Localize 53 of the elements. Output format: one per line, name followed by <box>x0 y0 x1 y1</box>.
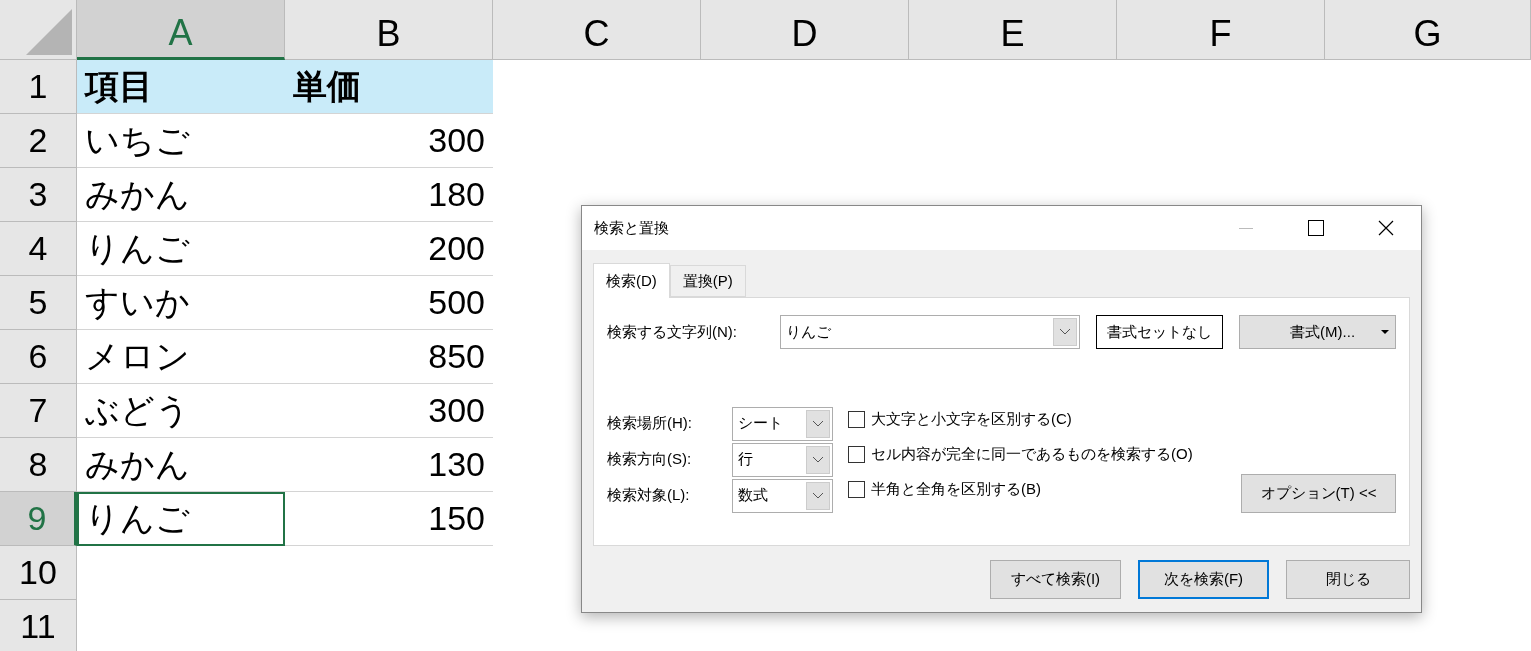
row-header[interactable]: 2 <box>0 114 77 168</box>
tab[interactable]: 検索(D) <box>593 263 670 298</box>
checkbox-option[interactable]: セル内容が完全に同一であるものを検索する(O) <box>848 445 1241 464</box>
checkbox[interactable] <box>848 481 865 498</box>
row-header[interactable]: 3 <box>0 168 77 222</box>
column-header[interactable]: B <box>285 0 493 60</box>
column-header[interactable]: G <box>1325 0 1531 60</box>
maximize-icon <box>1308 220 1324 236</box>
options-button[interactable]: オプション(T) << <box>1241 474 1396 513</box>
select-all-button[interactable] <box>0 0 77 60</box>
table-cell: 項目 <box>77 60 285 114</box>
column-header[interactable]: F <box>1117 0 1325 60</box>
checkbox-label: セル内容が完全に同一であるものを検索する(O) <box>871 445 1193 464</box>
row-header[interactable]: 5 <box>0 276 77 330</box>
checkbox-option[interactable]: 大文字と小文字を区別する(C) <box>848 410 1241 429</box>
checkbox-label: 大文字と小文字を区別する(C) <box>871 410 1072 429</box>
caret-icon <box>1381 330 1389 334</box>
column-header[interactable]: E <box>909 0 1117 60</box>
row-header[interactable]: 10 <box>0 546 77 600</box>
tab[interactable]: 置換(P) <box>669 265 746 297</box>
dialog-button[interactable]: 次を検索(F) <box>1138 560 1269 599</box>
option-label: 検索場所(H): <box>607 414 693 433</box>
row-header[interactable]: 1 <box>0 60 77 114</box>
row-header[interactable]: 6 <box>0 330 77 384</box>
table-cell: りんご <box>77 492 285 546</box>
dialog-title: 検索と置換 <box>594 218 670 238</box>
checkbox[interactable] <box>848 411 865 428</box>
search-field[interactable]: りんご <box>779 315 1081 349</box>
row-header[interactable]: 4 <box>0 222 77 276</box>
column-header[interactable]: A <box>77 0 285 60</box>
checkbox[interactable] <box>848 446 865 463</box>
row-header[interactable]: 8 <box>0 438 77 492</box>
select-all-icon[interactable] <box>26 9 72 55</box>
find-label: 検索する文字列(N): <box>607 322 738 342</box>
checkbox-label: 半角と全角を区別する(B) <box>871 480 1041 499</box>
option-dropdown[interactable]: 行 <box>732 442 833 477</box>
format-none-button[interactable]: 書式セットなし <box>1096 315 1224 349</box>
row-header[interactable]: 7 <box>0 384 77 438</box>
row-header[interactable]: 9 <box>0 492 77 546</box>
dialog-button[interactable]: すべて検索(I) <box>990 560 1121 599</box>
dialog-button[interactable]: 閉じる <box>1286 560 1410 599</box>
checkbox-option[interactable]: 半角と全角を区別する(B) <box>848 480 1241 499</box>
option-label: 検索対象(L): <box>607 486 691 505</box>
close-icon <box>1378 220 1394 236</box>
minimize-icon <box>1239 227 1253 229</box>
column-header[interactable]: C <box>493 0 701 60</box>
row-header[interactable]: 11 <box>0 600 77 651</box>
format-button[interactable]: 書式(M)... <box>1239 315 1396 349</box>
option-dropdown[interactable]: 数式 <box>732 478 833 513</box>
table-cell: 単価 <box>285 60 493 114</box>
option-dropdown[interactable]: シート <box>732 406 833 441</box>
option-label: 検索方向(S): <box>607 450 693 469</box>
column-header[interactable]: D <box>701 0 909 60</box>
